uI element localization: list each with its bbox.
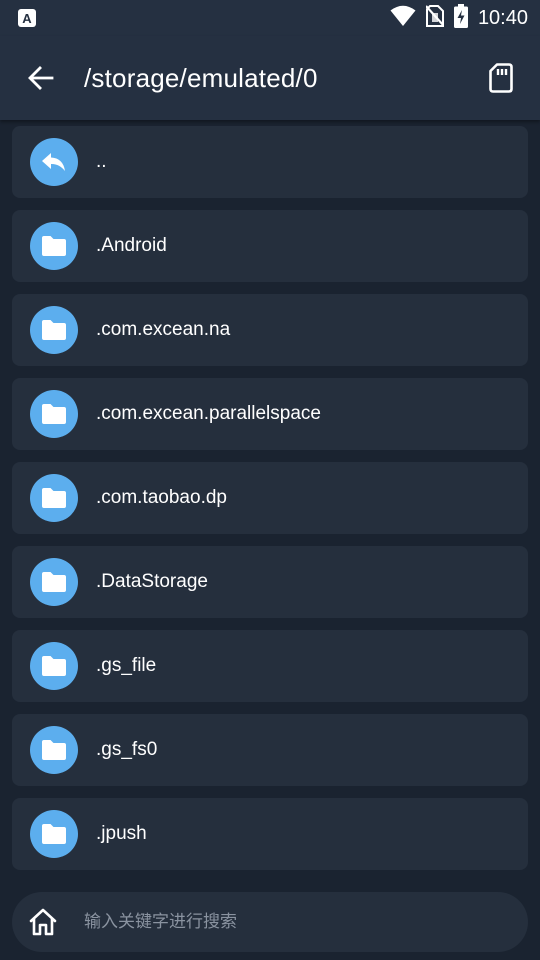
sd-card-icon [489,63,513,93]
file-name: .DataStorage [96,571,208,592]
list-item-folder[interactable]: .jpush [12,798,528,870]
list-item-folder[interactable]: .DataStorage [12,546,528,618]
folder-icon [30,474,78,522]
status-bar: A 10:40 [0,0,540,36]
search-box [12,892,528,952]
status-left: A [18,9,36,27]
list-item-parent-directory[interactable]: .. [12,126,528,198]
file-name: .jpush [96,823,147,844]
folder-icon [30,222,78,270]
list-item-folder[interactable]: .com.excean.na [12,294,528,366]
back-button[interactable] [26,63,56,93]
parent-directory-icon [30,138,78,186]
search-input[interactable] [84,902,528,942]
app-notification-icon: A [18,9,36,27]
home-button[interactable] [26,905,60,939]
file-name: .com.taobao.dp [96,487,227,508]
list-item-folder[interactable]: .gs_fs0 [12,714,528,786]
file-name: .com.excean.na [96,319,231,340]
list-item-folder[interactable]: .gs_file [12,630,528,702]
file-name: .com.excean.parallelspace [96,403,321,424]
folder-icon [30,642,78,690]
file-list: .. .Android .com.excean.na .com.excean.p… [0,120,540,886]
folder-icon [30,306,78,354]
file-name: .Android [96,235,167,256]
status-right: 10:40 [390,4,528,32]
wifi-icon [390,5,416,31]
toolbar: /storage/emulated/0 [0,36,540,120]
list-item-folder[interactable]: .com.taobao.dp [12,462,528,534]
file-name: .gs_fs0 [96,739,158,760]
folder-icon [30,810,78,858]
folder-icon [30,726,78,774]
list-item-folder[interactable]: .com.excean.parallelspace [12,378,528,450]
status-time: 10:40 [477,6,528,29]
file-name: .. [96,151,107,172]
current-path-title: /storage/emulated/0 [84,62,318,93]
list-item-folder[interactable]: .Android [12,210,528,282]
file-name: .gs_file [96,655,157,676]
folder-icon [30,558,78,606]
home-icon [29,908,57,936]
arrow-left-icon [28,66,54,90]
folder-icon [30,390,78,438]
battery-charging-icon [453,4,468,32]
sd-card-button[interactable] [486,61,516,95]
no-sim-icon [425,5,445,31]
bottom-bar [0,886,540,960]
